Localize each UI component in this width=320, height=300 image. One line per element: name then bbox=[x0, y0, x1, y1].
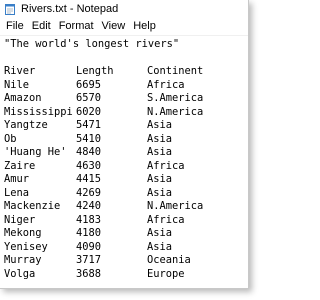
menu-help[interactable]: Help bbox=[129, 17, 160, 35]
river-cell: Amazon bbox=[4, 92, 42, 104]
length-cell: 4183 bbox=[76, 213, 102, 226]
length-cell: 6570 bbox=[76, 92, 102, 104]
table-row: Mississippi 6020 N.America bbox=[4, 106, 248, 120]
table-row: Niger 4183 Africa bbox=[4, 214, 248, 228]
length-cell: 3688 bbox=[76, 267, 102, 280]
length-cell: 6695 bbox=[76, 78, 102, 91]
table-row: Volga 3688 Europe bbox=[4, 268, 248, 282]
table-header: River Length Continent bbox=[4, 65, 248, 79]
continent-cell: Africa bbox=[147, 159, 185, 172]
length-cell: 4415 bbox=[76, 173, 102, 185]
table-row: Lena 4269 Asia bbox=[4, 187, 248, 201]
length-cell: 6020 bbox=[76, 105, 102, 118]
continent-cell: Asia bbox=[147, 173, 173, 185]
continent-cell: N.America bbox=[147, 200, 204, 212]
continent-cell: Oceania bbox=[147, 254, 191, 266]
table-row: Nile 6695 Africa bbox=[4, 79, 248, 93]
column-header-length: Length bbox=[76, 65, 114, 77]
table-row: Ob 5410 Asia bbox=[4, 133, 248, 147]
menu-format[interactable]: Format bbox=[55, 17, 98, 35]
table-row: Yangtze 5471 Asia bbox=[4, 119, 248, 133]
continent-cell: Asia bbox=[147, 119, 173, 131]
text-editor[interactable]: "The world's longest rivers" River Lengt… bbox=[0, 36, 248, 288]
table-row: 'Huang He' 4840 Asia bbox=[4, 146, 248, 160]
continent-cell: Asia bbox=[147, 227, 173, 239]
river-cell: Niger bbox=[4, 213, 36, 226]
length-cell: 5471 bbox=[76, 119, 102, 131]
river-cell: Zaire bbox=[4, 159, 36, 172]
table-row: Murray 3717 Oceania bbox=[4, 254, 248, 268]
river-cell: Amur bbox=[4, 173, 30, 185]
continent-cell: N.America bbox=[147, 105, 204, 118]
continent-cell: Africa bbox=[147, 78, 185, 91]
river-cell: 'Huang He' bbox=[4, 146, 67, 158]
continent-cell: S.America bbox=[147, 92, 204, 104]
title-bar[interactable]: Rivers.txt - Notepad bbox=[0, 0, 248, 17]
continent-cell: Asia bbox=[147, 186, 173, 199]
length-cell: 4269 bbox=[76, 186, 102, 199]
continent-cell: Asia bbox=[147, 240, 173, 253]
table-row: Mackenzie 4240 N.America bbox=[4, 200, 248, 214]
length-cell: 4240 bbox=[76, 200, 102, 212]
menu-file[interactable]: File bbox=[2, 17, 28, 35]
table-row: Amur 4415 Asia bbox=[4, 173, 248, 187]
continent-cell: Asia bbox=[147, 132, 173, 145]
continent-cell: Africa bbox=[147, 213, 185, 226]
river-cell: Murray bbox=[4, 254, 42, 266]
table-row: Amazon 6570 S.America bbox=[4, 92, 248, 106]
continent-cell: Asia bbox=[147, 146, 173, 158]
column-header-continent: Continent bbox=[147, 65, 204, 77]
table-row: Zaire 4630 Africa bbox=[4, 160, 248, 174]
river-cell: Nile bbox=[4, 78, 30, 91]
length-cell: 3717 bbox=[76, 254, 102, 266]
notepad-icon bbox=[4, 3, 16, 15]
table-row: Mekong 4180 Asia bbox=[4, 227, 248, 241]
menu-edit[interactable]: Edit bbox=[28, 17, 55, 35]
river-cell: Mississippi bbox=[4, 105, 73, 118]
menu-view[interactable]: View bbox=[98, 17, 130, 35]
notepad-window: Rivers.txt - Notepad File Edit Format Vi… bbox=[0, 0, 249, 289]
river-cell: Yangtze bbox=[4, 119, 48, 131]
river-cell: Lena bbox=[4, 186, 30, 199]
menu-bar: File Edit Format View Help bbox=[0, 17, 248, 36]
window-title: Rivers.txt - Notepad bbox=[21, 2, 119, 15]
river-cell: Mekong bbox=[4, 227, 42, 239]
document-heading: "The world's longest rivers" bbox=[4, 38, 180, 50]
length-cell: 4630 bbox=[76, 159, 102, 172]
table-row: Yenisey 4090 Asia bbox=[4, 241, 248, 255]
length-cell: 4090 bbox=[76, 240, 102, 253]
river-cell: Ob bbox=[4, 132, 17, 145]
continent-cell: Europe bbox=[147, 267, 185, 280]
river-cell: Yenisey bbox=[4, 240, 48, 253]
column-header-river: River bbox=[4, 65, 36, 77]
river-cell: Volga bbox=[4, 267, 36, 280]
length-cell: 4840 bbox=[76, 146, 102, 158]
length-cell: 4180 bbox=[76, 227, 102, 239]
river-cell: Mackenzie bbox=[4, 200, 61, 212]
length-cell: 5410 bbox=[76, 132, 102, 145]
